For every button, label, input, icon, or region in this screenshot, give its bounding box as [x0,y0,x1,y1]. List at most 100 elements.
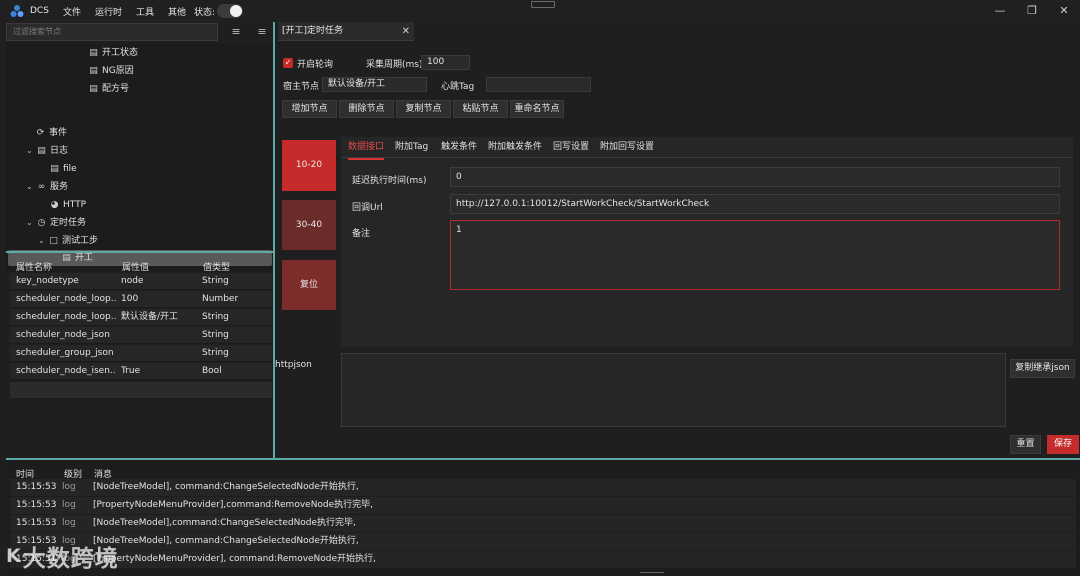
maximize-icon[interactable]: ❐ [1023,3,1041,19]
chevron-down-icon[interactable]: ⌄ [26,143,34,159]
callback-url-label: 回调Url [352,203,383,213]
copy-node-button[interactable]: 复制节点 [396,100,451,118]
tree-item[interactable]: ⌄ ▤ 日志 [26,143,68,159]
rename-node-button[interactable]: 重命名节点 [510,100,564,118]
globe-icon: ◕ [50,200,59,210]
delay-input[interactable]: 0 [450,167,1060,187]
link-icon: ∞ [37,182,46,192]
enable-polling-checkbox[interactable]: ✓ [283,58,293,68]
left-panel: 过滤搜索节点 ≡ ≡ ▤ 开工状态 ▤ NG原因 ▤ 配方号 ⟳ 事件 ⌄ ▤ 日志 ▤ fi… [6,22,273,458]
tree-item[interactable]: ⌄ ◷ 定时任务 [26,215,86,231]
reset-button[interactable]: 重置 [1010,435,1041,454]
copy-inherit-json-button[interactable]: 复制继承json [1010,359,1075,378]
save-button[interactable]: 保存 [1047,435,1079,454]
drag-grip-icon[interactable] [531,1,555,8]
tab-trigger[interactable]: 触发条件 [441,137,477,158]
app-name: DCS [30,6,49,16]
delay-label: 延迟执行时间(ms) [352,176,427,186]
note-textarea[interactable]: 1 [450,220,1060,290]
document-icon: ▤ [89,48,98,58]
tab-title: [开工]定时任务 [282,26,344,36]
tab-data-interface[interactable]: 数据接口 [348,137,385,160]
log-row[interactable]: 15:15:53 log [PropertyNodeMenuProvider],co… [10,497,1076,514]
prop-row[interactable]: scheduler_node_json String [10,327,272,344]
title-bar: DCS 文件 运行时 工具 其他 状态: — ❐ ✕ [0,0,1080,22]
tree-item[interactable]: ⌄ ∞ 服务 [26,179,68,195]
detail-tabs: 数据接口 附加Tag 触发条件 附加触发条件 回写设置 附加回写设置 [341,137,1073,160]
block-reset[interactable]: 复位 [282,260,336,310]
prop-header-value: 属性值 [122,263,150,273]
property-grid: 属性名称 属性值 值类型 key_nodetype node String sche… [6,255,273,455]
detail-panel: 数据接口 附加Tag 触发条件 附加触发条件 回写设置 附加回写设置 延迟执行时… [341,137,1073,347]
resize-grip-icon[interactable] [640,572,664,576]
enable-polling-label: 开启轮询 [297,60,334,70]
minimize-icon[interactable]: — [991,3,1009,19]
prop-row[interactable]: key_nodetype node String [10,273,272,290]
tree-item[interactable]: ▤ 配方号 [88,81,129,97]
menu-file[interactable]: 文件 [63,5,81,18]
period-input[interactable]: 100 [421,55,470,70]
heartbeat-tag-input[interactable] [486,77,591,92]
expand-all-icon[interactable]: ≡ [254,24,270,40]
menu-other[interactable]: 其他 [168,5,186,18]
tree-item[interactable]: ▤ 开工状态 [88,45,138,61]
log-icon: ▤ [37,146,46,156]
host-node-input[interactable]: 默认设备/开工 [322,77,427,92]
paste-node-button[interactable]: 粘贴节点 [453,100,508,118]
tab-extra-tag[interactable]: 附加Tag [395,137,428,158]
period-label: 采集周期(ms) [366,60,423,70]
toggle-knob [230,5,243,17]
node-search-input[interactable]: 过滤搜索节点 [6,23,218,41]
node-tree[interactable]: ▤ 开工状态 ▤ NG原因 ▤ 配方号 ⟳ 事件 ⌄ ▤ 日志 ▤ file ⌄ ∞ 服务 ◕ HT… [6,44,273,272]
prop-row[interactable]: scheduler_node_isen... True Bool [10,363,272,380]
chevron-down-icon[interactable]: ⌄ [38,233,46,249]
log-row[interactable]: 15:15:53 log [NodeTreeModel], command:Chan… [10,533,1076,550]
tab-extra-trigger[interactable]: 附加触发条件 [488,137,542,158]
tree-item[interactable]: ◕ HTTP [49,197,86,213]
add-node-button[interactable]: 增加节点 [282,100,337,118]
menu-tools[interactable]: 工具 [136,5,154,18]
host-node-label: 宿主节点 [283,82,320,92]
chevron-down-icon[interactable]: ⌄ [26,179,34,195]
block-10-20[interactable]: 10-20 [282,140,336,191]
tree-item[interactable]: ▤ file [49,161,76,177]
chevron-down-icon[interactable]: ⌄ [26,215,34,231]
tab-writeback[interactable]: 回写设置 [553,137,589,158]
prop-row[interactable]: scheduler_node_loop... 100 Number [10,291,272,308]
document-icon: ▤ [89,66,98,76]
prop-row-empty [10,382,272,399]
block-30-40[interactable]: 30-40 [282,200,336,250]
file-icon: ▤ [50,164,59,174]
folder-icon: □ [49,236,58,246]
left-splitter[interactable] [6,251,273,253]
prop-header-name: 属性名称 [16,263,53,273]
tree-toolbar: 过滤搜索节点 ≡ ≡ [6,22,273,42]
close-tab-icon[interactable]: ✕ [402,22,410,41]
tree-item[interactable]: ▤ NG原因 [88,63,133,79]
log-row[interactable]: 15:15:51 log [PropertyNodeMenuProvider], c… [10,551,1076,568]
close-icon[interactable]: ✕ [1055,3,1073,19]
log-row[interactable]: 15:15:53 log [NodeTreeModel],command:Chang… [10,515,1076,532]
tree-item[interactable]: ⟳ 事件 [35,125,67,141]
delete-node-button[interactable]: 删除节点 [339,100,394,118]
editor-panel: [开工]定时任务 ✕ ✓ 开启轮询 采集周期(ms) 100 宿主节点 默认设备… [275,22,1080,458]
tab-extra-writeback[interactable]: 附加回写设置 [600,137,654,158]
tree-item[interactable]: ⌄ □ 测试工步 [38,233,98,249]
menu-runtime[interactable]: 运行时 [95,5,122,18]
document-icon: ▤ [89,84,98,94]
prop-header-type: 值类型 [203,263,231,273]
bolt-icon: ⟳ [36,128,45,138]
status-toggle[interactable] [217,4,244,18]
status-label: 状态: [194,7,216,18]
prop-row[interactable]: scheduler_group_json String [10,345,272,362]
httpjson-textarea[interactable] [341,353,1006,427]
document-tab[interactable]: [开工]定时任务 ✕ [278,22,414,41]
callback-url-input[interactable]: http://127.0.0.1:10012/StartWorkCheck/St… [450,194,1060,214]
app-logo-icon [10,4,24,18]
collapse-all-icon[interactable]: ≡ [228,24,244,40]
note-label: 备注 [352,229,371,239]
log-panel: 时间 级别 消息 15:15:53 log [NodeTreeModel], com… [6,460,1080,576]
log-row[interactable]: 15:15:53 log [NodeTreeModel], command:Chan… [10,479,1076,496]
prop-row[interactable]: scheduler_node_loop... 默认设备/开工 String [10,309,272,326]
heartbeat-tag-label: 心跳Tag [441,82,475,92]
